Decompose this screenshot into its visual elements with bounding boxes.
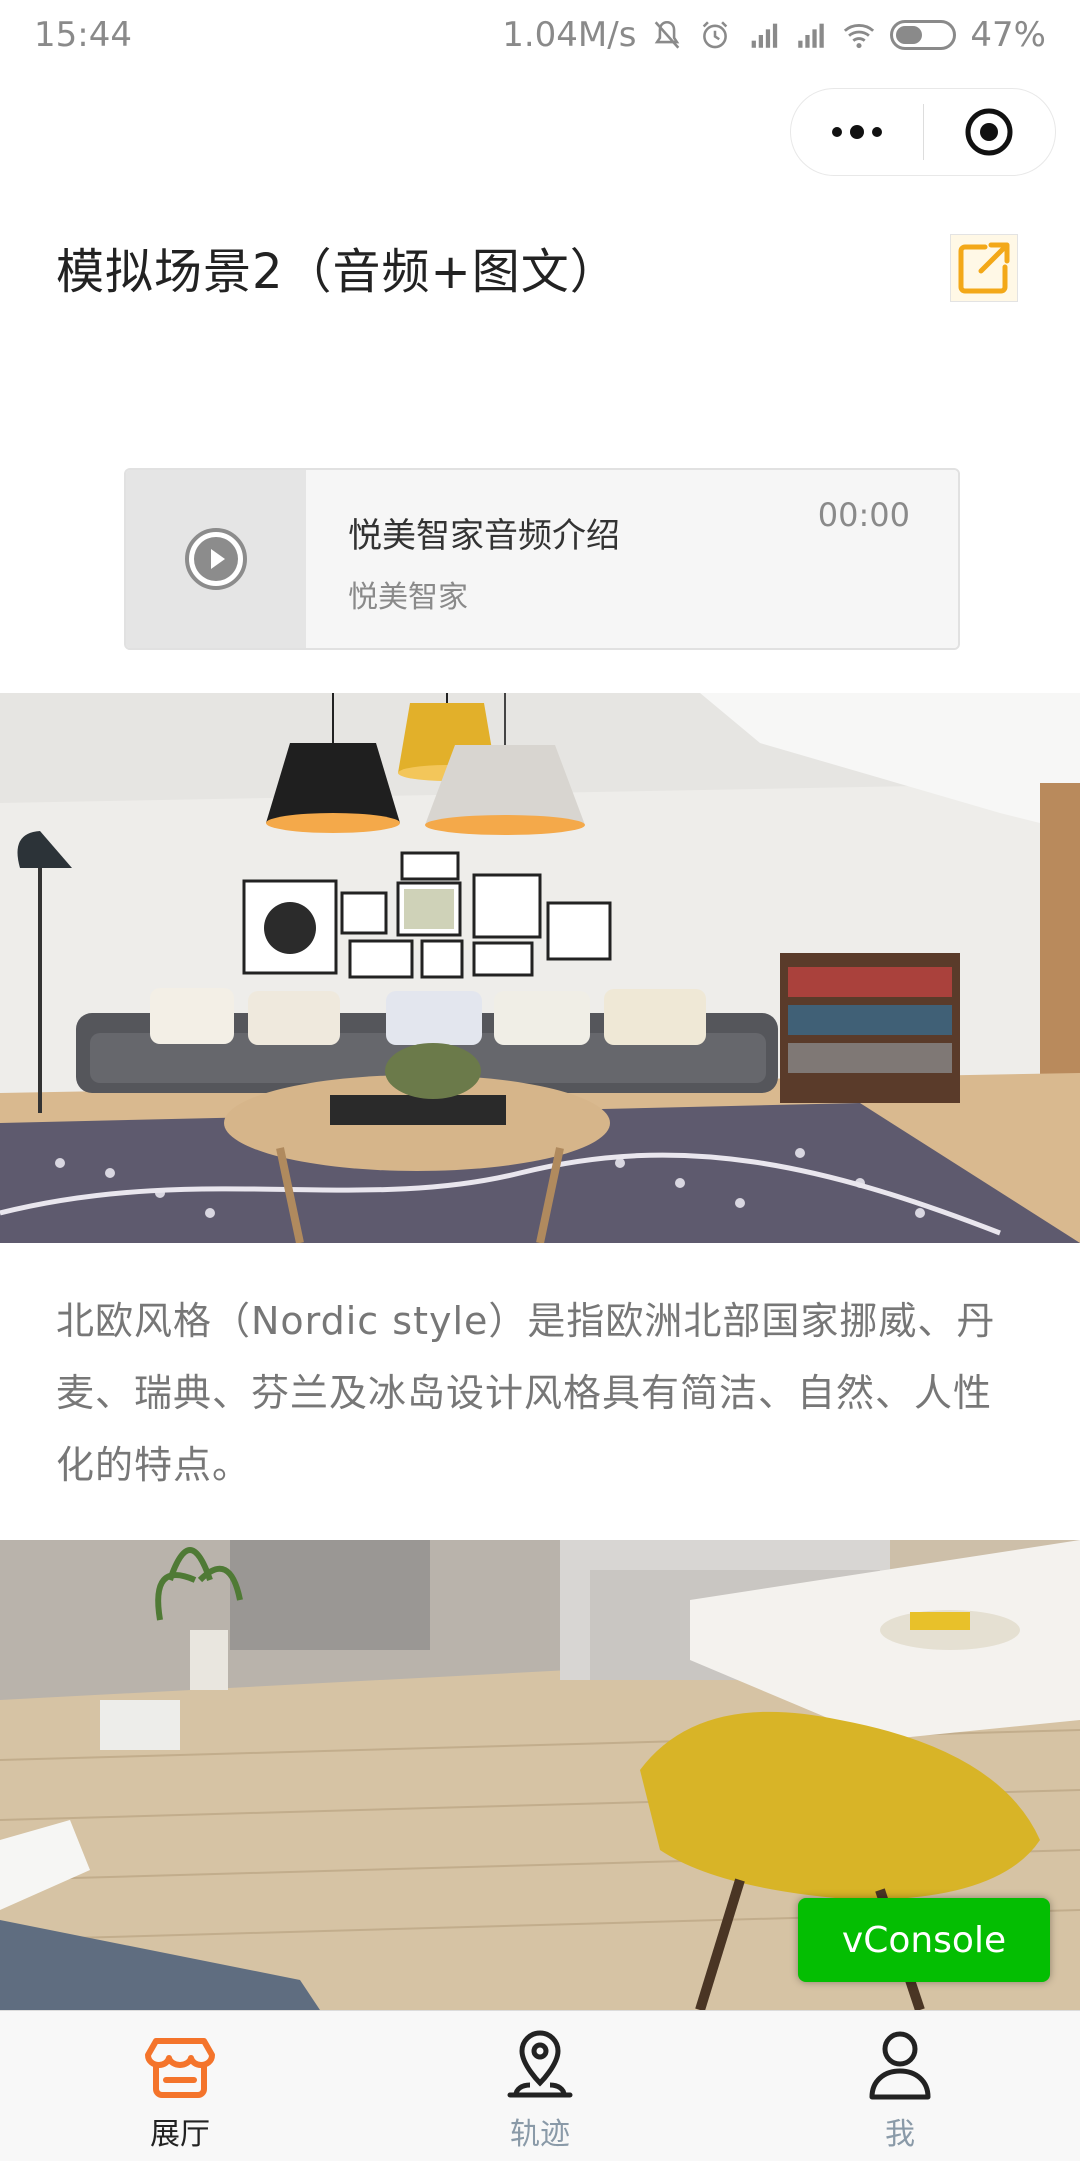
tab-bar: 展厅 轨迹 我 <box>0 2010 1080 2161</box>
tab-showroom[interactable]: 展厅 <box>0 2011 360 2161</box>
status-indicators: 1.04M/s 47% <box>502 15 1046 55</box>
close-miniprogram-button[interactable] <box>924 89 1056 175</box>
audio-cover <box>126 470 306 648</box>
tab-showroom-label: 展厅 <box>150 2117 210 2152</box>
alarm-icon <box>703 21 728 49</box>
more-dots-icon <box>831 125 882 139</box>
wifi-icon <box>844 24 875 49</box>
audio-author: 悦美智家 <box>348 580 468 615</box>
tab-track-label: 轨迹 <box>510 2117 570 2152</box>
user-icon <box>869 2031 931 2100</box>
tab-me[interactable]: 我 <box>720 2011 1080 2161</box>
audio-name: 悦美智家音频介绍 <box>348 516 620 556</box>
tab-me-label: 我 <box>885 2117 915 2152</box>
play-icon[interactable] <box>184 527 248 591</box>
menu-capsule <box>790 88 1056 176</box>
share-external-icon <box>958 242 1010 294</box>
living-room-image <box>0 693 1080 1243</box>
hd-signal-icon <box>752 23 778 48</box>
location-pin-icon <box>507 2030 573 2098</box>
target-icon <box>965 108 1013 156</box>
battery-icon <box>890 20 957 50</box>
mute-bell-icon <box>655 20 680 49</box>
share-button[interactable] <box>950 234 1018 302</box>
signal-icon <box>798 23 825 48</box>
more-button[interactable] <box>791 89 923 175</box>
tab-track[interactable]: 轨迹 <box>360 2011 720 2161</box>
page-title: 模拟场景2（音频+图文） <box>56 244 619 300</box>
audio-player[interactable]: 悦美智家音频介绍 悦美智家 00:00 <box>124 468 960 650</box>
audio-info: 悦美智家音频介绍 悦美智家 00:00 <box>306 470 958 648</box>
status-bar: 15:44 1.04M/s 47% <box>0 0 1080 70</box>
battery-percent: 47% <box>970 15 1046 55</box>
vconsole-button[interactable]: vConsole <box>798 1898 1050 1982</box>
audio-time: 00:00 <box>817 496 910 534</box>
status-time: 15:44 <box>34 15 132 55</box>
net-speed: 1.04M/s <box>502 15 637 55</box>
article-paragraph: 北欧风格（Nordic style）是指欧洲北部国家挪威、丹麦、瑞典、芬兰及冰岛… <box>56 1299 996 1487</box>
store-icon <box>145 2038 215 2098</box>
